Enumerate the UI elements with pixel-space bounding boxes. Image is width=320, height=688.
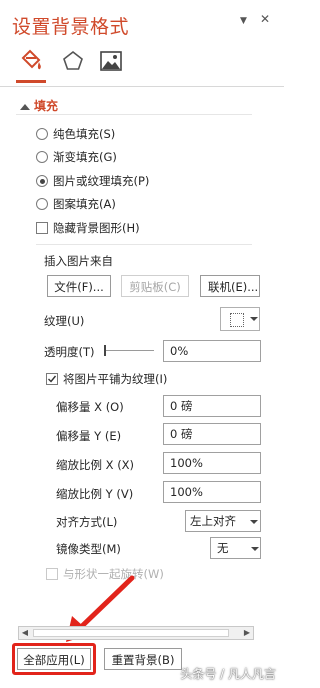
chevron-down-icon [250, 520, 258, 524]
close-icon[interactable]: ✕ [260, 12, 270, 26]
radio-solid-fill[interactable] [36, 128, 48, 140]
reset-background-button[interactable]: 重置背景(B) [104, 648, 182, 670]
pane-title: 设置背景格式 [12, 16, 130, 38]
align-select[interactable]: 左上对齐 [185, 510, 261, 532]
mirror-label: 镜像类型(M) [56, 542, 121, 556]
divider [36, 244, 252, 245]
transparency-field[interactable]: 0% [163, 340, 261, 362]
scroll-right-icon[interactable]: ▶ [241, 627, 253, 639]
annotation-arrow [66, 575, 135, 642]
offset-x-field[interactable]: 0 磅 [163, 395, 261, 417]
radio-gradient-fill-label: 渐变填充(G) [53, 150, 117, 164]
radio-solid-fill-label: 纯色填充(S) [53, 127, 116, 141]
chevron-down-icon [250, 317, 258, 321]
section-divider [16, 114, 252, 115]
scale-y-field[interactable]: 100% [163, 481, 261, 503]
slider-thumb[interactable] [104, 345, 106, 356]
hide-background-label: 隐藏背景图形(H) [53, 221, 140, 235]
chevron-down-icon [251, 547, 259, 551]
scale-x-field[interactable]: 100% [163, 452, 261, 474]
scale-x-label: 缩放比例 X (X) [56, 458, 135, 472]
offset-y-label: 偏移量 Y (E) [56, 429, 122, 443]
texture-picker[interactable] [220, 307, 260, 331]
mirror-value: 无 [217, 541, 229, 555]
pane-options-icon[interactable]: ▼ [240, 16, 247, 26]
radio-pattern-fill[interactable] [36, 198, 48, 210]
picture-icon[interactable] [98, 48, 124, 74]
fill-section-header[interactable]: 填充 [20, 97, 58, 114]
scroll-thumb[interactable] [33, 629, 229, 637]
active-tab-indicator [16, 80, 46, 83]
fill-section-label: 填充 [34, 99, 59, 113]
pentagon-icon[interactable] [60, 48, 86, 74]
radio-pattern-fill-label: 图案填充(A) [53, 197, 116, 211]
horizontal-scrollbar[interactable]: ◀ ▶ [18, 626, 254, 640]
online-button[interactable]: 联机(E)... [200, 275, 260, 297]
radio-picture-fill[interactable] [36, 175, 48, 187]
watermark: 头条号 / 凡人凡言 [180, 667, 276, 681]
texture-grid-icon [230, 313, 244, 327]
texture-label: 纹理(U) [44, 314, 85, 328]
mirror-select[interactable]: 无 [210, 537, 261, 559]
radio-gradient-fill[interactable] [36, 151, 48, 163]
offset-x-label: 偏移量 X (O) [56, 400, 124, 414]
offset-y-field[interactable]: 0 磅 [163, 423, 261, 445]
tab-divider [0, 86, 284, 87]
align-label: 对齐方式(L) [56, 515, 118, 529]
collapse-triangle-icon [20, 103, 30, 110]
fill-bucket-icon[interactable] [18, 48, 44, 74]
scroll-left-icon[interactable]: ◀ [19, 627, 31, 639]
transparency-slider[interactable] [104, 345, 154, 356]
insert-from-label: 插入图片来自 [44, 254, 113, 268]
clipboard-button[interactable]: 剪贴板(C) [121, 275, 189, 297]
scale-y-label: 缩放比例 Y (V) [56, 487, 134, 501]
hide-background-checkbox[interactable] [36, 222, 48, 234]
file-button[interactable]: 文件(F)... [47, 275, 111, 297]
tile-checkbox[interactable] [46, 373, 58, 385]
annotation-highlight-box [12, 643, 96, 675]
radio-picture-fill-label: 图片或纹理填充(P) [53, 174, 150, 188]
align-value: 左上对齐 [190, 514, 236, 528]
tile-label: 将图片平铺为纹理(I) [63, 372, 168, 386]
transparency-label: 透明度(T) [44, 345, 95, 359]
